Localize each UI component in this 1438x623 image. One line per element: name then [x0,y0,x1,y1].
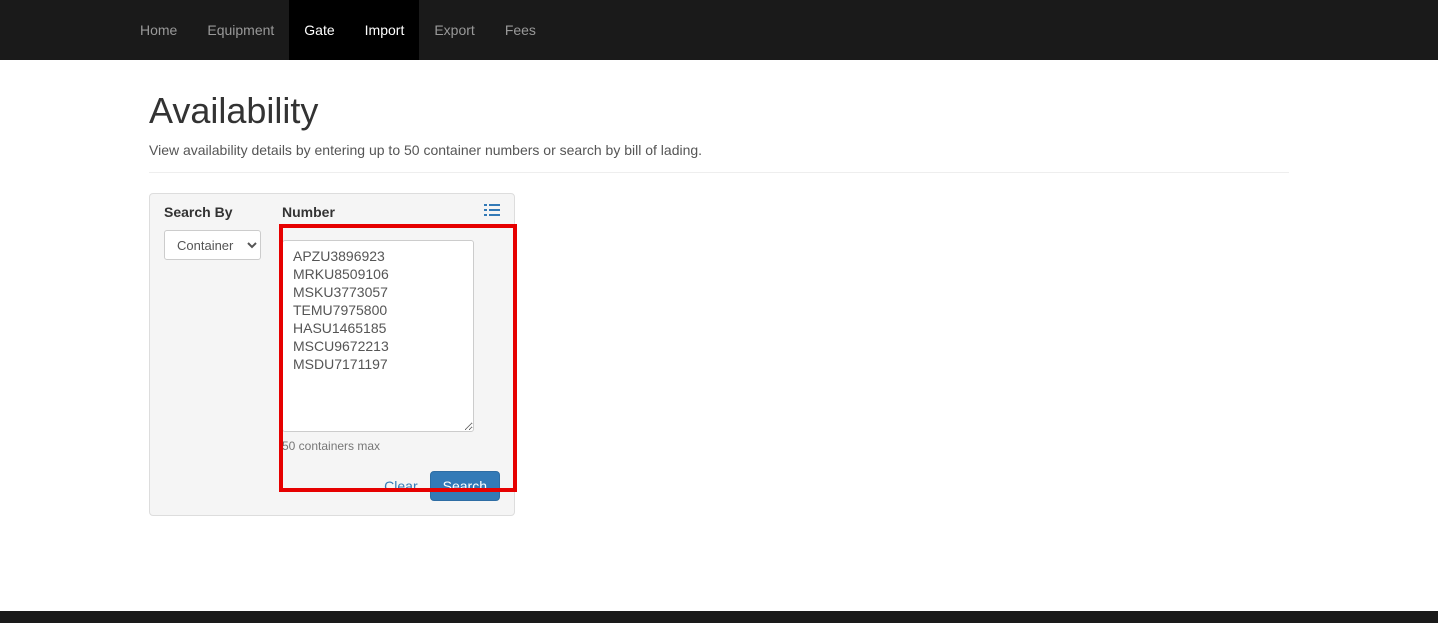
number-label: Number [282,204,335,220]
number-textarea[interactable] [282,240,474,432]
page-subtitle: View availability details by entering up… [149,142,1289,158]
search-by-column: Search By Container [164,204,282,501]
nav-equipment[interactable]: Equipment [192,0,289,60]
main-container: Availability View availability details b… [134,90,1304,516]
nav-gate[interactable]: Gate [289,0,349,60]
helper-text: 50 containers max [282,439,500,453]
number-column: Number 50 containers max [282,204,500,501]
search-button[interactable]: Search [430,471,500,501]
nav-home[interactable]: Home [125,0,192,60]
search-by-select[interactable]: Container [164,230,261,260]
footer-bar [0,611,1438,623]
top-navbar: Home Equipment Gate Import Export Fees [0,0,1438,60]
divider [149,172,1289,173]
search-panel: Search By Container Number [149,193,515,516]
list-view-icon[interactable] [484,203,500,220]
nav-import[interactable]: Import [350,0,420,60]
page-title: Availability [149,90,1289,132]
search-by-label: Search By [164,204,282,220]
clear-button[interactable]: Clear [384,478,417,494]
nav-fees[interactable]: Fees [490,0,551,60]
nav-export[interactable]: Export [419,0,489,60]
